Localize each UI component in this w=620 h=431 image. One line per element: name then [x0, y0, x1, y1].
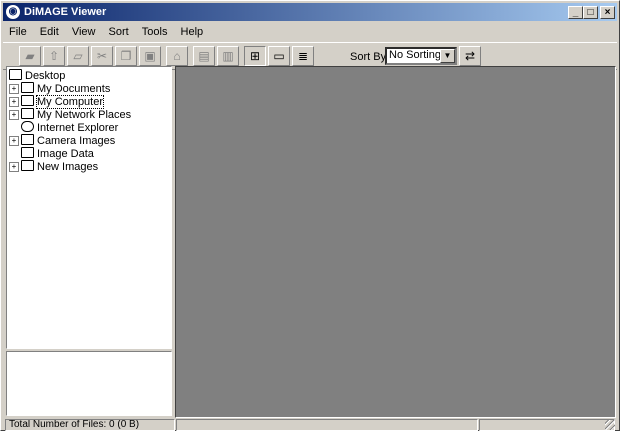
- small-thumbnails-button[interactable]: ▭: [268, 46, 290, 66]
- internet-explorer-icon: [21, 121, 34, 132]
- folder-up-button[interactable]: ⇧: [43, 46, 65, 66]
- large-thumbnails-icon: ⊞: [249, 49, 261, 63]
- folder-up-icon: ⇧: [48, 49, 60, 63]
- preview-pane: [6, 351, 172, 416]
- expand-icon[interactable]: +: [9, 97, 19, 107]
- sort-order-icon: ⇄: [464, 49, 476, 63]
- file-count-status: Total Number of Files: 0 (0 B): [5, 419, 175, 431]
- large-thumbnails-button[interactable]: ⊞: [244, 46, 266, 66]
- minimize-button[interactable]: _: [568, 6, 583, 19]
- tree-item-internet-explorer[interactable]: Internet Explorer: [21, 121, 118, 134]
- copy-button[interactable]: ❐: [115, 46, 137, 66]
- thumbnail-area[interactable]: [175, 66, 616, 418]
- resize-grip-icon[interactable]: [605, 420, 615, 430]
- window-title: DiMAGE Viewer: [24, 6, 107, 18]
- menu-tools[interactable]: Tools: [136, 23, 172, 39]
- new-folder-button[interactable]: ▱: [67, 46, 89, 66]
- maximize-button[interactable]: □: [583, 6, 598, 19]
- app-logo-icon[interactable]: ◉: [6, 5, 20, 19]
- cut-icon: ✂: [96, 49, 108, 63]
- status-panel-middle: [176, 419, 478, 431]
- expand-icon[interactable]: +: [9, 110, 19, 120]
- folder-icon: [21, 147, 34, 158]
- status-bar: Total Number of Files: 0 (0 B): [3, 419, 617, 431]
- details-button[interactable]: ≣: [292, 46, 314, 66]
- tree-item-my-computer[interactable]: + My Computer: [9, 95, 105, 109]
- paste-button[interactable]: ▣: [139, 46, 161, 66]
- folder-icon: [21, 160, 34, 171]
- cut-button[interactable]: ✂: [91, 46, 113, 66]
- folder-tree[interactable]: Desktop + My Documents + My Computer + My N…: [6, 66, 172, 349]
- menu-file[interactable]: File: [3, 23, 31, 39]
- slideshow-icon: ▥: [222, 49, 234, 63]
- open-folder-icon: ▰: [25, 49, 35, 63]
- expand-icon[interactable]: +: [9, 162, 19, 172]
- tree-item-new-images[interactable]: + New Images: [9, 160, 98, 173]
- status-panel-right: [479, 419, 615, 431]
- sort-order-button[interactable]: ⇄: [459, 46, 481, 66]
- print-button[interactable]: ▤: [193, 46, 215, 66]
- small-thumbnails-icon: ▭: [273, 49, 285, 63]
- copy-icon: ❐: [120, 49, 132, 63]
- my-documents-icon: [21, 82, 34, 93]
- app-window: ◉ DiMAGE Viewer _ □ × File Edit View Sor…: [0, 0, 620, 431]
- expand-icon[interactable]: +: [9, 84, 19, 94]
- tree-item-desktop[interactable]: Desktop: [9, 69, 65, 82]
- sort-dropdown[interactable]: No Sorting ▼: [385, 47, 457, 65]
- dropdown-arrow-icon[interactable]: ▼: [440, 49, 455, 63]
- menu-sort[interactable]: Sort: [103, 23, 133, 39]
- network-places-icon: [21, 108, 34, 119]
- menu-bar: File Edit View Sort Tools Help: [3, 23, 617, 41]
- tree-item-my-network-places[interactable]: + My Network Places: [9, 108, 131, 121]
- folder-icon: [21, 134, 34, 145]
- print-icon: ▤: [198, 49, 210, 63]
- new-folder-icon: ▱: [73, 49, 83, 63]
- slideshow-button[interactable]: ▥: [217, 46, 239, 66]
- title-bar[interactable]: ◉ DiMAGE Viewer _ □ ×: [3, 3, 617, 21]
- details-icon: ≣: [297, 49, 309, 63]
- tree-item-camera-images[interactable]: + Camera Images: [9, 134, 115, 147]
- my-computer-icon: [21, 95, 34, 106]
- menu-view[interactable]: View: [66, 23, 100, 39]
- close-button[interactable]: ×: [600, 6, 615, 19]
- open-folder-button[interactable]: ▰: [19, 46, 41, 66]
- paste-icon: ▣: [144, 49, 156, 63]
- menu-help[interactable]: Help: [175, 23, 208, 39]
- tree-item-my-documents[interactable]: + My Documents: [9, 82, 110, 95]
- rotate-button[interactable]: ⌂: [166, 46, 188, 66]
- tree-item-image-data[interactable]: Image Data: [21, 147, 94, 160]
- expand-icon[interactable]: +: [9, 136, 19, 146]
- desktop-icon: [9, 69, 22, 80]
- rotate-icon: ⌂: [173, 49, 181, 63]
- sort-selected-value: No Sorting: [389, 49, 441, 61]
- menu-edit[interactable]: Edit: [34, 23, 63, 39]
